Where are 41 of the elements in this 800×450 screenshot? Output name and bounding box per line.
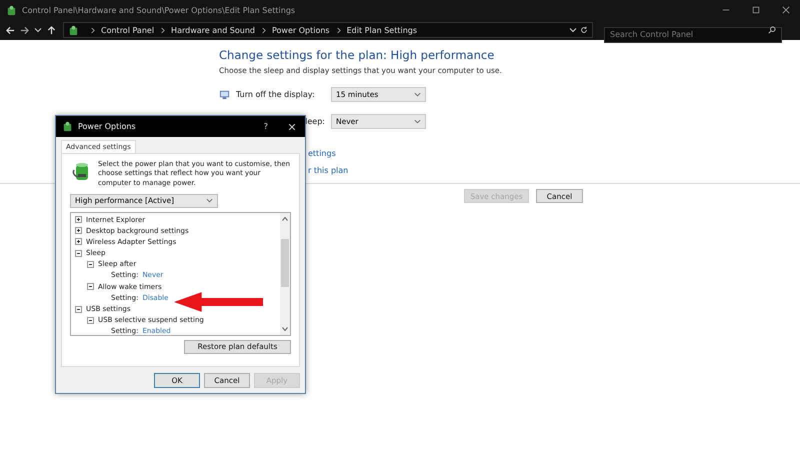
chevron-down-icon xyxy=(414,118,421,125)
up-arrow-icon[interactable] xyxy=(47,26,56,34)
search-field[interactable]: Search Control Panel xyxy=(604,26,782,42)
setting-label: leep: xyxy=(305,117,325,126)
chevron-right-icon xyxy=(261,26,266,34)
expander-icon[interactable] xyxy=(75,238,82,246)
chevron-down-icon[interactable] xyxy=(34,26,42,34)
help-button[interactable]: ? xyxy=(264,122,268,131)
breadcrumb[interactable]: Control Panel xyxy=(101,26,154,34)
window-title: Control Panel\Hardware and Sound\Power Options\Edit Plan Settings xyxy=(22,6,296,14)
dialog-title: Power Options xyxy=(78,122,136,131)
search-icon xyxy=(768,26,776,34)
expander-icon[interactable] xyxy=(87,316,94,324)
setting-label: Turn off the display: xyxy=(236,90,315,99)
expander-icon[interactable] xyxy=(75,306,82,313)
expander-icon[interactable] xyxy=(87,260,94,268)
chevron-right-icon xyxy=(336,26,341,34)
breadcrumb[interactable]: Hardware and Sound xyxy=(171,26,255,34)
back-arrow-icon[interactable] xyxy=(6,26,15,34)
expander-icon[interactable] xyxy=(87,283,94,290)
chevron-down-icon xyxy=(414,91,421,98)
address-field[interactable]: Control Panel Hardware and Sound Power Options Edit Plan Settings xyxy=(63,22,593,38)
chevron-down-icon xyxy=(206,197,213,204)
chevron-down-icon[interactable] xyxy=(569,26,577,34)
expander-icon[interactable] xyxy=(75,250,82,257)
forward-arrow-icon[interactable] xyxy=(20,26,29,34)
close-icon[interactable] xyxy=(782,6,790,14)
maximize-icon[interactable] xyxy=(752,6,760,14)
breadcrumb[interactable]: Power Options xyxy=(272,26,330,34)
scrollbar[interactable] xyxy=(280,212,290,335)
chevron-right-icon xyxy=(90,26,95,34)
breadcrumb[interactable]: Edit Plan Settings xyxy=(346,26,418,34)
settings-link[interactable]: ettings xyxy=(308,149,800,158)
expander-icon[interactable] xyxy=(75,227,82,234)
chevron-up-icon[interactable] xyxy=(281,214,289,223)
monitor-icon xyxy=(219,89,230,100)
settings-link[interactable]: r this plan xyxy=(308,166,800,175)
plan-heading: Change settings for the plan: High performance xyxy=(219,48,496,62)
refresh-icon[interactable] xyxy=(580,26,588,34)
chevron-right-icon xyxy=(160,26,166,34)
expander-icon[interactable] xyxy=(75,216,82,224)
